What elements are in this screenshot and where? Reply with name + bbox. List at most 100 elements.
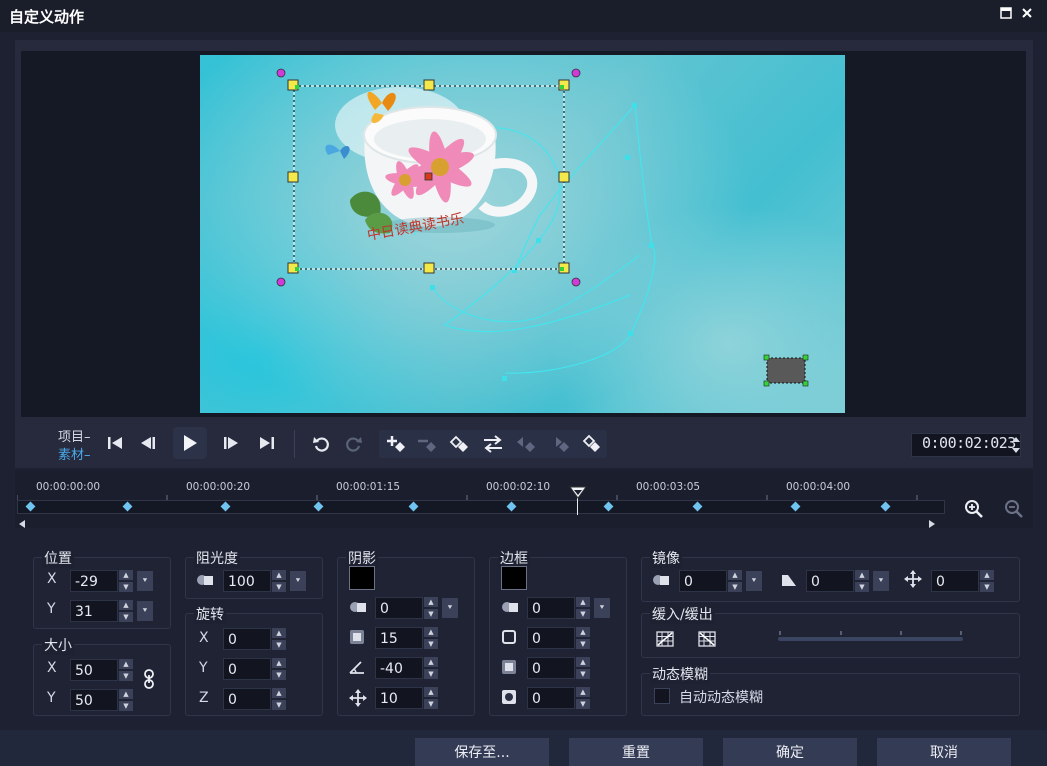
ease-in-icon[interactable] [656, 631, 674, 651]
timeline-tick: 00:00:00:00 [36, 481, 101, 493]
rotation-title: 旋转 [194, 604, 226, 624]
shadow-angle-input[interactable]: -40 [375, 657, 423, 679]
swap-icon[interactable] [481, 432, 505, 456]
remove-keyframe-icon[interactable] [415, 432, 439, 456]
shadow-opacity-stepper[interactable]: ▲ ▼ [424, 597, 438, 619]
size-y-input[interactable]: 50 [70, 689, 118, 711]
timecode-stepper[interactable] [1010, 434, 1022, 456]
rotation-y-label: Y [199, 660, 208, 676]
border-opacity-icon [501, 599, 519, 619]
rotation-z-input[interactable]: 0 [223, 688, 271, 710]
add-keyframe-icon[interactable] [384, 432, 408, 456]
opacity-dropdown[interactable]: ⯆ [290, 571, 306, 591]
border-title: 边框 [498, 548, 530, 568]
mirror-distance-input[interactable]: 0 [931, 570, 979, 592]
rotation-x-label: X [199, 630, 209, 646]
timeline-tick: 00:00:01:15 [336, 481, 401, 493]
border-opacity-dropdown[interactable]: ⯆ [594, 598, 610, 618]
rotation-x-input[interactable]: 0 [223, 628, 271, 650]
mirror-opacity-input[interactable]: 0 [679, 570, 727, 592]
timecode-value: 0:00:02:023 [922, 434, 1016, 452]
zoom-out-icon[interactable] [1004, 499, 1024, 523]
size-x-input[interactable]: 50 [70, 659, 118, 681]
border-blur-stepper[interactable]: ▲ ▼ [576, 657, 590, 679]
move-right-icon[interactable] [548, 432, 572, 456]
move-left-icon[interactable] [514, 432, 538, 456]
position-x-dropdown[interactable]: ⯆ [137, 571, 153, 591]
zoom-in-icon[interactable] [964, 499, 984, 523]
shadow-opacity-input[interactable]: 0 [375, 597, 423, 619]
ease-out-icon[interactable] [698, 631, 716, 651]
timeline-tick: 00:00:03:05 [636, 481, 701, 493]
opacity-icon [196, 572, 214, 592]
redo-icon[interactable] [342, 431, 366, 455]
go-to-end-button[interactable] [255, 431, 279, 455]
previous-frame-button[interactable] [136, 431, 160, 455]
border-width-input[interactable]: 0 [527, 627, 575, 649]
link-icon[interactable] [142, 669, 156, 693]
border-opacity-input[interactable]: 0 [527, 597, 575, 619]
mirror-opacity-stepper[interactable]: ▲ ▼ [728, 570, 742, 592]
position-y-dropdown[interactable]: ⯆ [137, 601, 153, 621]
undo-icon[interactable] [309, 431, 333, 455]
playhead-handle[interactable] [569, 486, 587, 504]
size-title: 大小 [42, 635, 74, 655]
opacity-input[interactable]: 100 [223, 570, 271, 592]
close-icon[interactable] [1020, 7, 1034, 21]
mirror-opacity-dropdown[interactable]: ⯆ [746, 571, 762, 591]
shadow-blur-stepper[interactable]: ▲ ▼ [424, 627, 438, 649]
maximize-icon[interactable] [999, 7, 1013, 21]
position-y-stepper[interactable]: ▲ ▼ [119, 600, 133, 622]
shadow-blur-input[interactable]: 15 [375, 627, 423, 649]
project-mode-label[interactable]: 项目– [58, 426, 91, 445]
shadow-color-swatch[interactable] [349, 566, 375, 590]
preview-canvas[interactable]: 中日读典读书乐 [200, 55, 845, 413]
reverse-keyframe-icon[interactable] [448, 432, 472, 456]
shadow-distance-input[interactable]: 10 [375, 687, 423, 709]
position-y-label: Y [47, 601, 56, 617]
rotation-x-stepper[interactable]: ▲ ▼ [272, 628, 286, 650]
window-title: 自定义动作 [9, 8, 85, 26]
size-x-stepper[interactable]: ▲ ▼ [119, 659, 133, 681]
ok-button[interactable]: 确定 [723, 738, 857, 766]
position-x-stepper[interactable]: ▲ ▼ [119, 570, 133, 592]
border-blur-input[interactable]: 0 [527, 657, 575, 679]
rotation-y-stepper[interactable]: ▲ ▼ [272, 658, 286, 680]
border-inner-icon [501, 689, 517, 709]
rotation-z-stepper[interactable]: ▲ ▼ [272, 688, 286, 710]
mirror-fade-stepper[interactable]: ▲ ▼ [855, 570, 869, 592]
motion-blur-title: 动态模糊 [650, 664, 710, 684]
mirror-distance-stepper[interactable]: ▲ ▼ [980, 570, 994, 592]
mirror-distance-icon [904, 570, 922, 592]
next-frame-button[interactable] [219, 431, 243, 455]
keyframe-track[interactable] [17, 500, 945, 514]
border-inner-input[interactable]: 0 [527, 687, 575, 709]
border-opacity-stepper[interactable]: ▲ ▼ [576, 597, 590, 619]
shadow-distance-stepper[interactable]: ▲ ▼ [424, 687, 438, 709]
rotation-y-input[interactable]: 0 [223, 658, 271, 680]
border-width-stepper[interactable]: ▲ ▼ [576, 627, 590, 649]
scroll-left-arrow[interactable] [18, 517, 26, 533]
position-x-input[interactable]: -29 [70, 570, 118, 592]
scroll-right-arrow[interactable] [928, 517, 936, 533]
mirror-fade-dropdown[interactable]: ⯆ [873, 571, 889, 591]
mirror-fade-input[interactable]: 0 [806, 570, 854, 592]
auto-motion-blur-checkbox[interactable] [654, 688, 670, 704]
shadow-angle-stepper[interactable]: ▲ ▼ [424, 657, 438, 679]
clip-mode-label[interactable]: 素材– [58, 444, 91, 463]
reset-button[interactable]: 重置 [569, 738, 703, 766]
ease-slider-track[interactable] [778, 637, 963, 641]
opacity-stepper[interactable]: ▲ ▼ [272, 570, 286, 592]
border-inner-stepper[interactable]: ▲ ▼ [576, 687, 590, 709]
fit-keyframe-icon[interactable] [580, 432, 604, 456]
go-to-start-button[interactable] [103, 431, 127, 455]
shadow-opacity-dropdown[interactable]: ⯆ [442, 598, 458, 618]
border-color-swatch[interactable] [501, 566, 527, 590]
opacity-title: 阻光度 [194, 548, 240, 568]
size-y-stepper[interactable]: ▲ ▼ [119, 689, 133, 711]
position-y-input[interactable]: 31 [70, 600, 118, 622]
timeline-tick: 00:00:02:10 [486, 481, 551, 493]
cancel-button[interactable]: 取消 [877, 738, 1011, 766]
save-to-button[interactable]: 保存至... [415, 738, 549, 766]
play-button[interactable] [173, 427, 207, 459]
